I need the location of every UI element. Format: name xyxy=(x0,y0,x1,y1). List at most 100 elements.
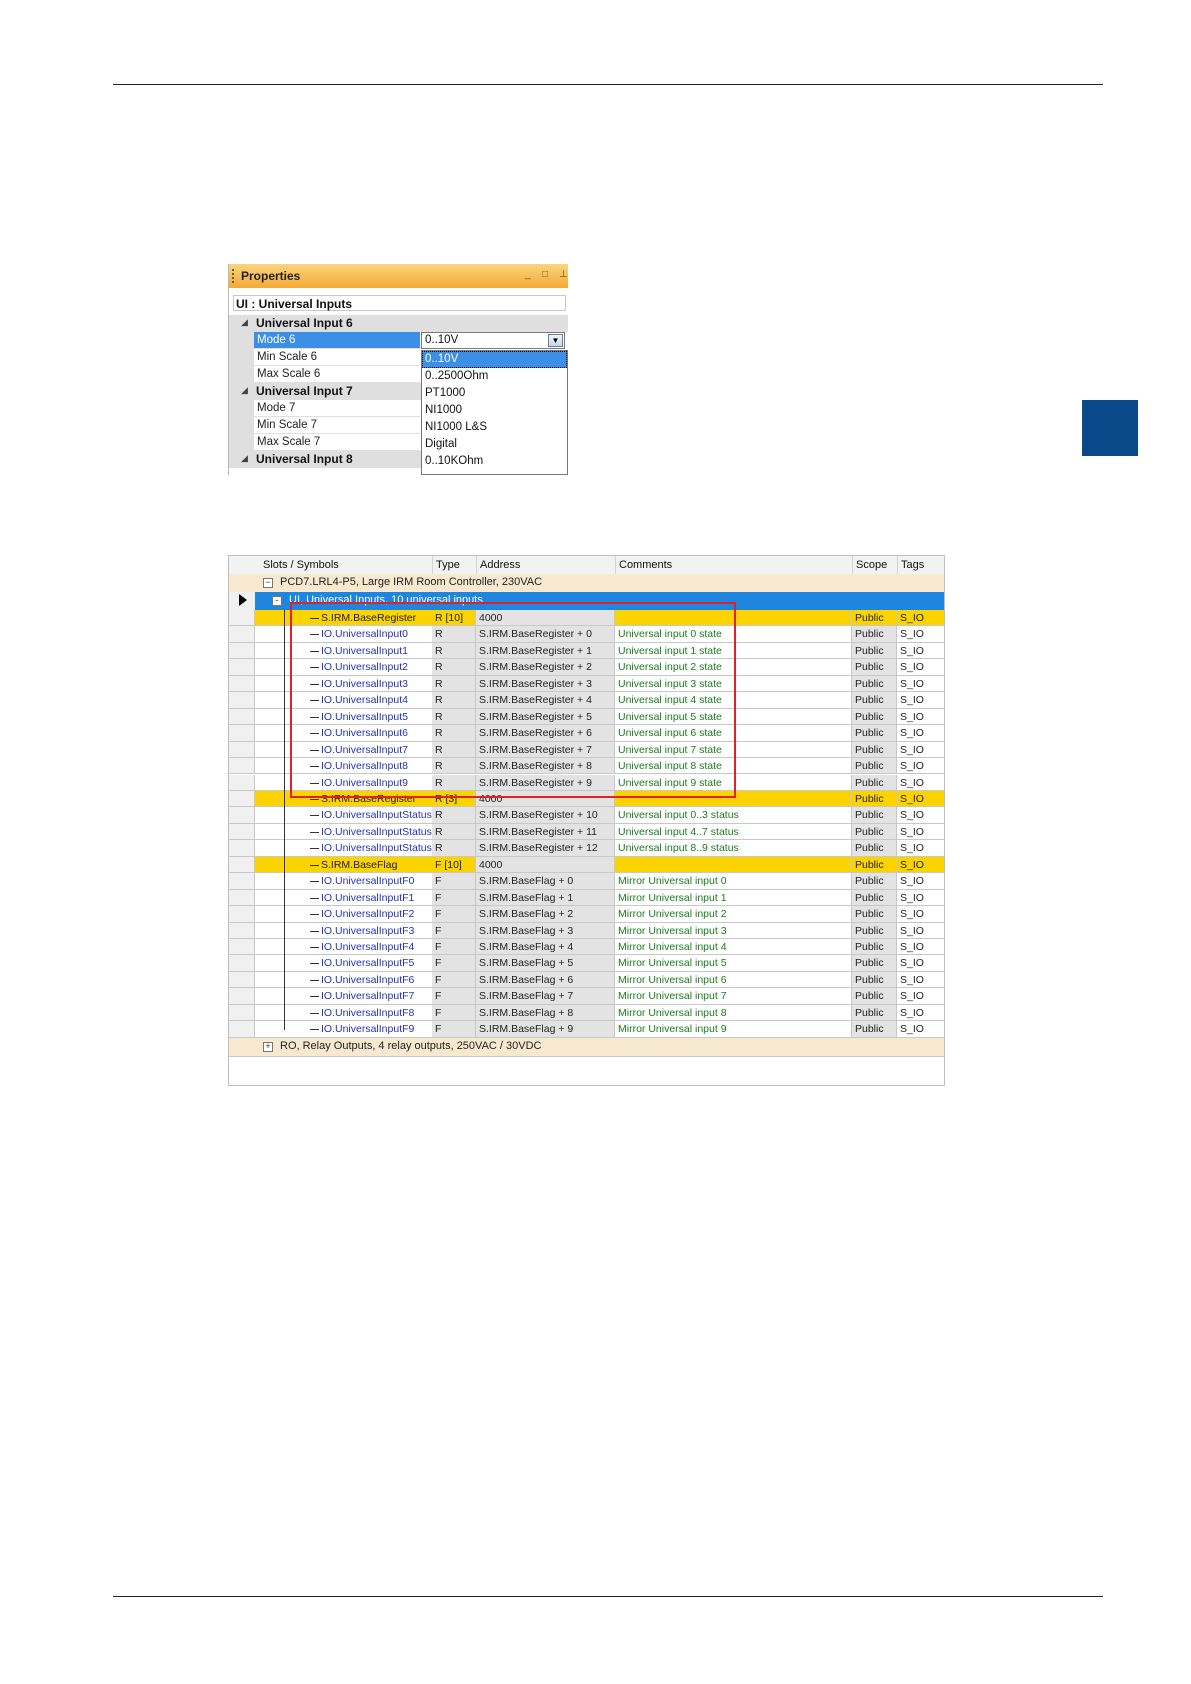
scope-cell[interactable]: Public xyxy=(852,955,897,972)
type-cell[interactable]: R xyxy=(432,807,476,824)
row-selector[interactable] xyxy=(229,955,255,972)
row-selector[interactable] xyxy=(229,1021,255,1038)
tags-cell[interactable]: S_IO xyxy=(897,659,944,676)
symbol-cell[interactable]: IO.UniversalInputF6 xyxy=(255,971,458,989)
type-cell[interactable]: F xyxy=(432,939,476,956)
scope-cell[interactable]: Public xyxy=(852,1021,897,1038)
table-row[interactable]: IO.UniversalInputF8 F S.IRM.BaseFlag + 8 Mi… xyxy=(229,1004,944,1022)
expand-icon[interactable]: + xyxy=(263,1041,273,1052)
table-row[interactable]: IO.UniversalInputStatus0 R S.IRM.BaseRegis… xyxy=(229,807,944,824)
row-selector[interactable] xyxy=(229,574,255,592)
tags-cell[interactable]: S_IO xyxy=(897,939,944,956)
symbol-cell[interactable]: IO.UniversalInputStatus1 xyxy=(255,823,458,841)
address-cell[interactable]: S.IRM.BaseFlag + 1 xyxy=(476,889,615,907)
symbol-cell[interactable]: IO.UniversalInputF5 xyxy=(255,955,458,972)
symbol-cell[interactable]: IO.UniversalInputF1 xyxy=(255,889,458,907)
tags-cell[interactable]: S_IO xyxy=(897,775,944,791)
scope-cell[interactable]: Public xyxy=(852,610,897,627)
tags-cell[interactable]: S_IO xyxy=(897,906,944,923)
tags-cell[interactable]: S_IO xyxy=(897,725,944,742)
row-selector[interactable] xyxy=(229,642,255,660)
symbol-cell[interactable]: IO.UniversalInputStatus2 xyxy=(255,840,458,857)
comment-cell[interactable]: Universal input 8..9 status xyxy=(615,840,852,857)
collapse-icon[interactable]: - xyxy=(272,596,282,606)
collapse-icon[interactable]: ◢ xyxy=(241,453,248,464)
scope-cell[interactable]: Public xyxy=(852,988,897,1005)
scope-cell[interactable]: Public xyxy=(852,741,897,759)
table-row[interactable]: S.IRM.BaseFlag F [10] 4000 Public S_IO xyxy=(229,856,944,874)
tags-cell[interactable]: S_IO xyxy=(897,1005,944,1022)
row-selector[interactable] xyxy=(229,626,255,643)
row-selector[interactable] xyxy=(229,807,255,824)
comment-cell[interactable] xyxy=(615,856,852,874)
tags-cell[interactable]: S_IO xyxy=(897,742,944,759)
column-divider[interactable] xyxy=(615,556,616,574)
address-cell[interactable]: 4000 xyxy=(476,856,615,874)
collapse-icon[interactable]: ◢ xyxy=(241,385,248,396)
comment-cell[interactable]: Mirror Universal input 2 xyxy=(615,906,852,923)
row-selector[interactable] xyxy=(229,922,255,939)
table-row[interactable]: IO.UniversalInputF2 F S.IRM.BaseFlag + 2 Mi… xyxy=(229,906,944,923)
table-row[interactable]: IO.UniversalInputF5 F S.IRM.BaseFlag + 5 Mi… xyxy=(229,955,944,972)
type-cell[interactable]: R xyxy=(432,840,476,857)
row-selector[interactable] xyxy=(229,971,255,989)
scope-cell[interactable]: Public xyxy=(852,642,897,660)
col-type[interactable]: Type xyxy=(436,559,460,571)
dropdown-option[interactable]: Digital xyxy=(422,436,567,453)
symbol-cell[interactable]: IO.UniversalInputF0 xyxy=(255,873,458,890)
address-cell[interactable]: S.IRM.BaseRegister + 12 xyxy=(476,840,615,857)
minimize-icon[interactable]: _ xyxy=(525,269,531,280)
table-row[interactable]: IO.UniversalInputF0 F S.IRM.BaseFlag + 0 Mi… xyxy=(229,873,944,890)
property-name[interactable]: Mode 6 xyxy=(254,332,420,349)
property-name[interactable]: Max Scale 7 xyxy=(254,434,420,451)
symbol-cell[interactable]: IO.UniversalInputF2 xyxy=(255,906,458,923)
address-cell[interactable]: S.IRM.BaseFlag + 9 xyxy=(476,1021,615,1038)
tags-cell[interactable]: S_IO xyxy=(897,890,944,907)
property-name[interactable]: Min Scale 6 xyxy=(254,349,420,366)
row-selector[interactable] xyxy=(229,988,255,1005)
scope-cell[interactable]: Public xyxy=(852,939,897,956)
expand-icon[interactable]: − xyxy=(263,578,273,588)
scope-cell[interactable]: Public xyxy=(852,889,897,907)
row-selector[interactable] xyxy=(229,823,255,841)
table-row[interactable]: IO.UniversalInputF1 F S.IRM.BaseFlag + 1 Mi… xyxy=(229,889,944,907)
pin-icon[interactable]: ⊥ xyxy=(559,269,568,280)
tags-cell[interactable]: S_IO xyxy=(897,676,944,693)
col-tags[interactable]: Tags xyxy=(901,559,924,571)
type-cell[interactable]: F xyxy=(432,906,476,923)
scope-cell[interactable]: Public xyxy=(852,790,897,808)
scope-cell[interactable]: Public xyxy=(852,659,897,676)
address-cell[interactable]: S.IRM.BaseFlag + 2 xyxy=(476,906,615,923)
row-selector[interactable] xyxy=(229,758,255,775)
comment-cell[interactable]: Mirror Universal input 1 xyxy=(615,889,852,907)
scope-cell[interactable]: Public xyxy=(852,1004,897,1022)
table-row[interactable]: IO.UniversalInputStatus1 R S.IRM.BaseRegis… xyxy=(229,823,944,841)
row-selector[interactable] xyxy=(229,659,255,676)
comment-cell[interactable]: Mirror Universal input 0 xyxy=(615,873,852,890)
tags-cell[interactable]: S_IO xyxy=(897,692,944,709)
tags-cell[interactable]: S_IO xyxy=(897,790,944,808)
address-cell[interactable]: S.IRM.BaseFlag + 8 xyxy=(476,1004,615,1022)
comment-cell[interactable]: Mirror Universal input 4 xyxy=(615,939,852,956)
dropdown-option[interactable]: NI1000 L&S xyxy=(422,419,567,436)
tags-cell[interactable]: S_IO xyxy=(897,824,944,841)
type-cell[interactable]: F xyxy=(432,988,476,1005)
scope-cell[interactable]: Public xyxy=(852,922,897,939)
col-address[interactable]: Address xyxy=(480,559,520,571)
property-name[interactable]: Max Scale 6 xyxy=(254,366,420,383)
scope-cell[interactable]: Public xyxy=(852,873,897,890)
property-value-select[interactable]: 0..10V ▼ xyxy=(421,332,565,349)
address-cell[interactable]: S.IRM.BaseFlag + 3 xyxy=(476,922,615,939)
comment-cell[interactable]: Mirror Universal input 6 xyxy=(615,971,852,989)
tags-cell[interactable]: S_IO xyxy=(897,988,944,1005)
row-selector[interactable] xyxy=(229,675,255,693)
tags-cell[interactable]: S_IO xyxy=(897,923,944,939)
scope-cell[interactable]: Public xyxy=(852,725,897,742)
tags-cell[interactable]: S_IO xyxy=(897,626,944,643)
symbol-cell[interactable]: IO.UniversalInputF3 xyxy=(255,922,458,939)
scope-cell[interactable]: Public xyxy=(852,840,897,857)
comment-cell[interactable]: Mirror Universal input 3 xyxy=(615,922,852,939)
row-selector[interactable] xyxy=(229,939,255,956)
row-selector[interactable] xyxy=(229,873,255,890)
table-row[interactable]: IO.UniversalInputStatus2 R S.IRM.BaseRegis… xyxy=(229,840,944,857)
